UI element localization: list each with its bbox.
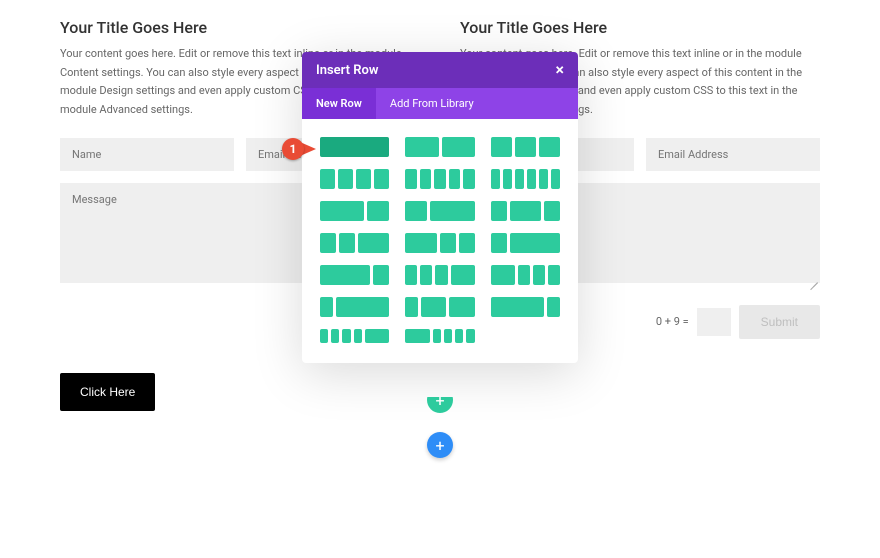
layout-grid: [302, 119, 578, 363]
layout-option-12[interactable]: [320, 265, 389, 285]
layout-option-14[interactable]: [491, 265, 560, 285]
right-captcha-label: 0 + 9 =: [656, 315, 689, 328]
layout-option-19[interactable]: [405, 329, 474, 343]
layout-option-17[interactable]: [491, 297, 560, 317]
layout-option-6[interactable]: [320, 201, 389, 221]
right-title: Your Title Goes Here: [460, 18, 820, 37]
resize-handle-icon[interactable]: [808, 275, 818, 285]
layout-option-4[interactable]: [405, 169, 474, 189]
modal-title: Insert Row: [316, 63, 379, 78]
click-here-button[interactable]: Click Here: [60, 373, 155, 411]
layout-option-9[interactable]: [320, 233, 389, 253]
layout-option-10[interactable]: [405, 233, 474, 253]
insert-row-modal: Insert Row × New Row Add From Library: [302, 52, 578, 363]
layout-option-0[interactable]: [320, 137, 389, 157]
layout-option-18[interactable]: [320, 329, 389, 343]
tab-new-row[interactable]: New Row: [302, 88, 376, 119]
right-email-input[interactable]: [646, 138, 820, 171]
layout-option-2[interactable]: [491, 137, 560, 157]
layout-option-1[interactable]: [405, 137, 474, 157]
layout-option-8[interactable]: [491, 201, 560, 221]
left-title: Your Title Goes Here: [60, 18, 420, 37]
callout-marker: 1: [282, 138, 316, 162]
layout-option-15[interactable]: [320, 297, 389, 317]
layout-option-7[interactable]: [405, 201, 474, 221]
plus-icon: +: [427, 397, 453, 413]
add-section-button[interactable]: +: [427, 432, 453, 458]
callout-marker-number: 1: [282, 138, 304, 160]
right-captcha-input[interactable]: [697, 308, 731, 336]
tab-add-from-library[interactable]: Add From Library: [376, 88, 488, 119]
layout-option-11[interactable]: [491, 233, 560, 253]
close-icon[interactable]: ×: [556, 62, 565, 78]
modal-tabs: New Row Add From Library: [302, 88, 578, 119]
layout-option-16[interactable]: [405, 297, 474, 317]
plus-icon: +: [435, 436, 444, 455]
left-name-input[interactable]: [60, 138, 234, 171]
layout-option-3[interactable]: [320, 169, 389, 189]
modal-header: Insert Row ×: [302, 52, 578, 88]
layout-option-5[interactable]: [491, 169, 560, 189]
layout-option-13[interactable]: [405, 265, 474, 285]
add-row-button[interactable]: +: [427, 397, 453, 413]
submit-button[interactable]: Submit: [739, 305, 820, 339]
